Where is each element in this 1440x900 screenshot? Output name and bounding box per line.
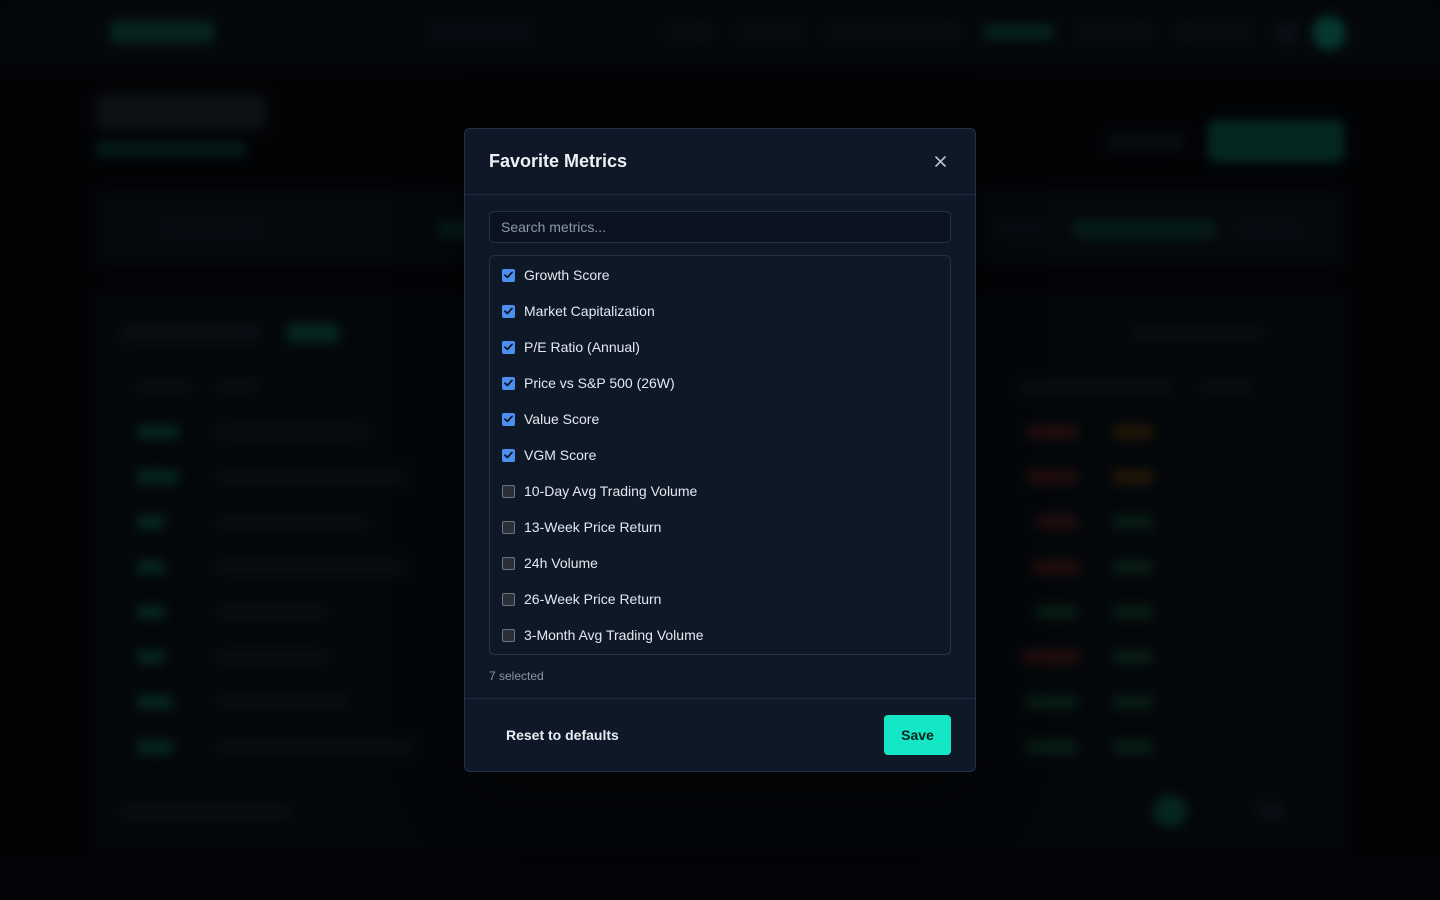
metric-label: Price vs S&P 500 (26W) <box>524 375 675 391</box>
checkmark-icon <box>504 415 513 423</box>
checkbox-unchecked[interactable] <box>502 484 515 498</box>
reset-to-defaults-button[interactable]: Reset to defaults <box>506 727 619 743</box>
metric-label: P/E Ratio (Annual) <box>524 339 640 355</box>
metric-label: Value Score <box>524 411 600 427</box>
metric-item[interactable]: 26-Week Price Return <box>490 581 950 617</box>
checkbox-unchecked[interactable] <box>502 556 515 570</box>
favorite-metrics-modal: Favorite Metrics Growth Score Market Capi… <box>464 128 976 772</box>
modal-title: Favorite Metrics <box>489 151 628 171</box>
modal-body: Growth Score Market Capitalization P/E Rat… <box>465 195 975 685</box>
modal-header: Favorite Metrics <box>465 129 975 195</box>
checkbox-checked[interactable] <box>502 448 515 462</box>
metric-label: 24h Volume <box>524 555 598 571</box>
checkbox-unchecked[interactable] <box>502 592 515 606</box>
metric-label: Growth Score <box>524 267 610 283</box>
metric-item[interactable]: Growth Score <box>490 257 950 293</box>
metric-list: Growth Score Market Capitalization P/E Rat… <box>489 255 951 655</box>
metric-label: Market Capitalization <box>524 303 655 319</box>
modal-footer: Reset to defaults Save <box>465 698 975 771</box>
checkmark-icon <box>504 343 513 351</box>
metric-item[interactable]: 3-Month Avg Trading Volume <box>490 617 950 653</box>
checkbox-unchecked[interactable] <box>502 520 515 534</box>
metric-item[interactable]: 10-Day Avg Trading Volume <box>490 473 950 509</box>
checkbox-checked[interactable] <box>502 412 515 426</box>
metric-item[interactable]: Price vs S&P 500 (26W) <box>490 365 950 401</box>
checkmark-icon <box>504 271 513 279</box>
checkbox-checked[interactable] <box>502 376 515 390</box>
metric-label: 3-Month Avg Trading Volume <box>524 627 704 643</box>
metric-label: VGM Score <box>524 447 597 463</box>
checkbox-checked[interactable] <box>502 340 515 354</box>
checkbox-unchecked[interactable] <box>502 628 515 642</box>
checkmark-icon <box>504 307 513 315</box>
checkmark-icon <box>504 451 513 459</box>
metric-item[interactable]: P/E Ratio (Annual) <box>490 329 950 365</box>
metric-item[interactable]: 13-Week Price Return <box>490 509 950 545</box>
selected-count: 7 selected <box>489 669 544 683</box>
metric-label: 13-Week Price Return <box>524 519 662 535</box>
close-button[interactable] <box>929 151 951 173</box>
metric-item[interactable]: VGM Score <box>490 437 950 473</box>
metric-label: 10-Day Avg Trading Volume <box>524 483 698 499</box>
metric-item[interactable]: 24h Volume <box>490 545 950 581</box>
save-button[interactable]: Save <box>884 715 951 755</box>
metric-item[interactable]: Value Score <box>490 401 950 437</box>
metric-label: 26-Week Price Return <box>524 591 662 607</box>
checkbox-checked[interactable] <box>502 304 515 318</box>
checkmark-icon <box>504 379 513 387</box>
search-metrics-input[interactable] <box>489 211 951 243</box>
metric-item[interactable]: Market Capitalization <box>490 293 950 329</box>
checkbox-checked[interactable] <box>502 268 515 282</box>
close-icon <box>934 156 946 167</box>
